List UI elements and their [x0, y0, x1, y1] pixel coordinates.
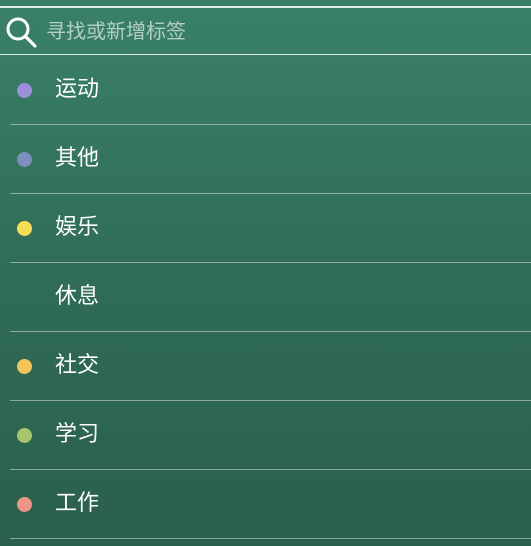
tag-label: 学习 — [55, 422, 100, 447]
tag-item-other[interactable]: 其他 — [0, 125, 531, 194]
search-icon[interactable] — [5, 16, 37, 48]
tag-label: 娱乐 — [55, 215, 100, 240]
tag-label: 休息 — [55, 284, 100, 309]
tag-label: 其他 — [55, 146, 100, 171]
tag-label: 工作 — [55, 491, 100, 516]
tag-item-work[interactable]: 工作 — [0, 470, 531, 539]
search-bar — [0, 8, 531, 55]
tag-label: 社交 — [55, 353, 100, 378]
tag-label: 运动 — [55, 77, 100, 102]
tag-item-study[interactable]: 学习 — [0, 401, 531, 470]
tag-item-social[interactable]: 社交 — [0, 332, 531, 401]
tag-color-dot — [17, 221, 32, 236]
tag-item-sports[interactable]: 运动 — [0, 56, 531, 125]
tag-color-dot — [17, 359, 32, 374]
tag-color-dot — [17, 152, 32, 167]
tag-list: 运动 其他 娱乐 休息 社交 学习 工作 — [0, 56, 531, 539]
tag-color-dot — [17, 497, 32, 512]
search-input[interactable] — [46, 16, 516, 46]
tag-color-dot — [17, 290, 32, 305]
tag-item-entertainment[interactable]: 娱乐 — [0, 194, 531, 263]
tag-color-dot — [17, 428, 32, 443]
tag-color-dot — [17, 83, 32, 98]
tag-item-rest[interactable]: 休息 — [0, 263, 531, 332]
